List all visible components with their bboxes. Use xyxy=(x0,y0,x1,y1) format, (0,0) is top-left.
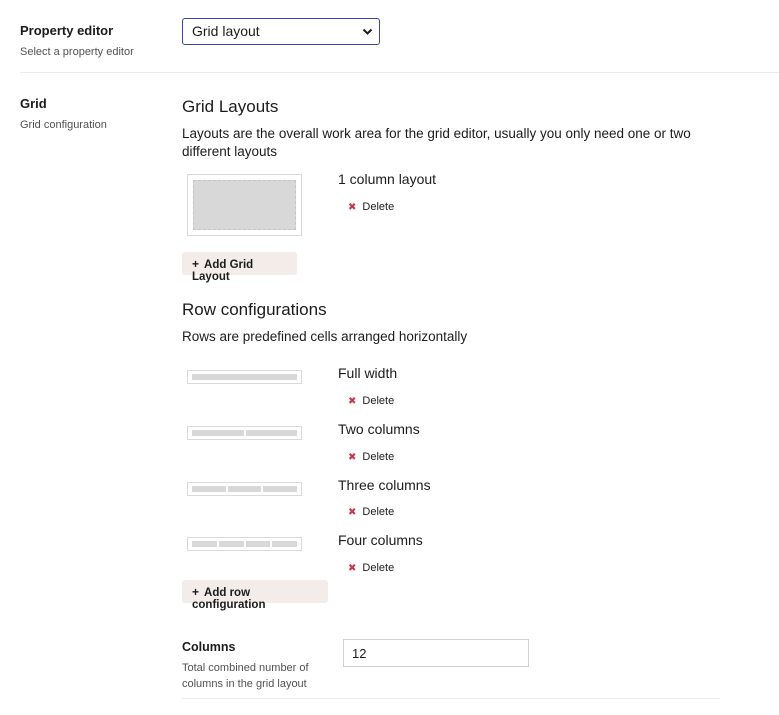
columns-label: Columns xyxy=(182,640,236,654)
row-delete-button[interactable]: ✖ Delete xyxy=(348,506,394,518)
row-delete-button[interactable]: ✖ Delete xyxy=(348,451,394,463)
x-icon: ✖ xyxy=(348,202,357,213)
grid-layouts-description: Layouts are the overall work area for th… xyxy=(182,126,691,159)
row-cell xyxy=(263,486,298,492)
row-cell xyxy=(272,541,297,547)
x-icon: ✖ xyxy=(348,452,357,463)
row-cell xyxy=(227,486,262,492)
grid-label: Grid xyxy=(20,96,47,111)
add-grid-layout-button[interactable]: + Add Grid Layout xyxy=(182,252,297,283)
grid-description: Grid configuration xyxy=(20,119,107,131)
add-row-configuration-button[interactable]: + Add row configuration xyxy=(182,580,328,611)
plus-icon: + xyxy=(192,257,200,271)
row-cell xyxy=(245,541,271,547)
layout-name: 1 column layout xyxy=(338,171,437,187)
section-divider xyxy=(20,72,779,73)
row-cell xyxy=(245,430,297,436)
row-cell xyxy=(218,541,244,547)
row-cell xyxy=(192,486,226,492)
grid-layouts-heading: Grid Layouts xyxy=(182,97,279,116)
property-editor-description: Select a property editor xyxy=(20,46,134,58)
row-name: Full width xyxy=(338,365,398,381)
columns-description-line1: Total combined number of xyxy=(182,662,309,674)
row-name: Two columns xyxy=(338,421,420,437)
row-thumbnail-four-columns[interactable] xyxy=(187,537,302,551)
columns-input[interactable]: 12 xyxy=(343,639,529,667)
property-editor-select[interactable]: Grid layout xyxy=(182,18,380,45)
row-name: Three columns xyxy=(338,477,431,493)
chevron-down-icon xyxy=(362,28,373,35)
x-icon: ✖ xyxy=(348,396,357,407)
columns-divider xyxy=(182,698,720,699)
plus-icon: + xyxy=(192,585,200,599)
row-thumbnail-full-width[interactable] xyxy=(187,370,302,384)
row-cell xyxy=(192,374,297,380)
row-thumbnail-three-columns[interactable] xyxy=(187,482,302,496)
row-delete-button[interactable]: ✖ Delete xyxy=(348,562,394,574)
x-icon: ✖ xyxy=(348,563,357,574)
columns-description-line2: columns in the grid layout xyxy=(182,678,307,690)
row-thumbnail-two-columns[interactable] xyxy=(187,426,302,440)
row-configurations-heading: Row configurations xyxy=(182,300,327,319)
x-icon: ✖ xyxy=(348,507,357,518)
layout-delete-button[interactable]: ✖ Delete xyxy=(348,201,394,213)
property-editor-label: Property editor xyxy=(20,23,114,38)
layout-thumbnail[interactable] xyxy=(187,174,302,236)
row-name: Four columns xyxy=(338,532,423,548)
property-editor-selected-value: Grid layout xyxy=(192,23,260,39)
row-cell xyxy=(192,541,217,547)
row-configurations-description: Rows are predefined cells arranged horiz… xyxy=(182,329,468,344)
row-delete-button[interactable]: ✖ Delete xyxy=(348,395,394,407)
row-cell xyxy=(192,430,244,436)
layout-thumbnail-area xyxy=(193,180,296,230)
